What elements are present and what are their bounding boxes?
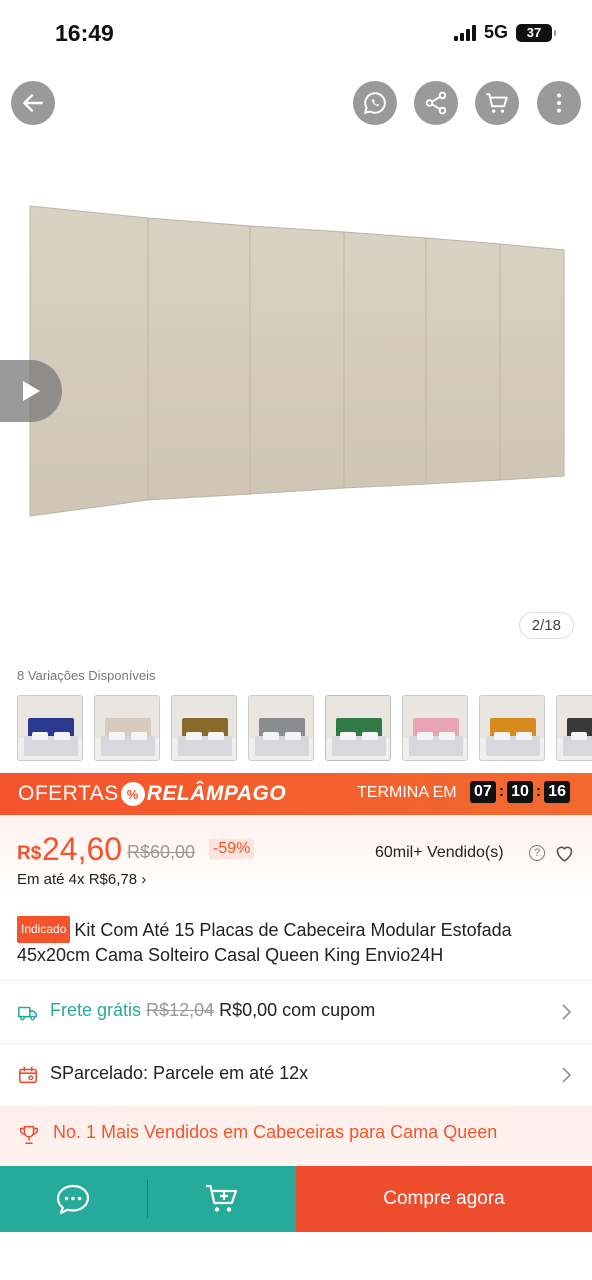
alarm-clock-icon: %	[120, 782, 145, 806]
countdown-timer: 07 : 10 : 16	[470, 781, 571, 803]
chat-icon[interactable]	[55, 1183, 91, 1215]
installment-text: SParcelado: Parcele em até 12x	[50, 1063, 309, 1083]
share-icon	[425, 91, 447, 115]
heart-icon[interactable]	[554, 843, 575, 863]
variations-label: 8 Variações Disponíveis	[17, 668, 156, 683]
variation-thumbnail[interactable]	[556, 695, 592, 761]
installment-row[interactable]: SParcelado: Parcele em até 12x	[0, 1045, 592, 1105]
shipping-old-price: R$12,04	[146, 1000, 215, 1020]
ranking-banner[interactable]: No. 1 Mais Vendidos em Cabeceiras para C…	[0, 1106, 592, 1166]
chevron-right-icon	[562, 1067, 572, 1083]
free-shipping-label: Frete grátis	[50, 1000, 142, 1020]
thumbnail-pillow	[417, 732, 433, 740]
thumbnail-pillow	[109, 732, 125, 740]
bottom-action-bar: Compre agora	[0, 1166, 592, 1232]
signal-icon	[453, 24, 476, 41]
share-button[interactable]	[414, 81, 458, 125]
trophy-icon	[19, 1125, 39, 1145]
arrow-left-icon	[23, 94, 43, 112]
thumbnail-pillow	[571, 732, 587, 740]
sold-count: 60mil+ Vendido(s)	[375, 844, 504, 861]
cart-icon	[486, 93, 508, 113]
countdown-hours: 07	[470, 781, 496, 803]
thumbnail-pillow	[439, 732, 455, 740]
image-page-indicator: 2/18	[518, 612, 574, 639]
discount-badge: -59%	[209, 839, 255, 859]
ends-in-label: TERMINA EM	[357, 784, 457, 801]
countdown-separator: :	[498, 783, 505, 800]
product-image	[29, 205, 565, 517]
more-vertical-icon	[557, 93, 561, 113]
product-image-gallery[interactable]: 2/18	[0, 140, 592, 650]
variation-thumbnail[interactable]	[94, 695, 160, 761]
price-currency: R$	[17, 843, 42, 864]
shipping-row[interactable]: Frete grátis R$12,04 R$0,00 com cupom	[0, 982, 592, 1042]
thumbnail-pillow	[516, 732, 532, 740]
network-label: 5G	[483, 22, 508, 42]
recommended-badge: Indicado	[17, 916, 71, 943]
bottom-bar-separator	[147, 1180, 148, 1218]
divider	[0, 980, 592, 981]
shipping-text: Frete grátis R$12,04 R$0,00 com cupom	[50, 1000, 375, 1021]
back-button[interactable]	[11, 81, 55, 125]
truck-icon	[18, 1006, 38, 1021]
installment-icon	[18, 1066, 38, 1084]
flash-title-ofertas: OFERTAS	[18, 782, 119, 805]
thumbnail-pillow	[186, 732, 202, 740]
product-title-text: Kit Com Até 15 Placas de Cabeceira Modul…	[17, 920, 512, 965]
variation-thumbnail[interactable]	[248, 695, 314, 761]
thumbnail-pillow	[263, 732, 279, 740]
chevron-right-icon	[562, 1004, 572, 1020]
thumbnail-pillow	[131, 732, 147, 740]
variation-thumbnail[interactable]	[17, 695, 83, 761]
thumbnail-pillow	[494, 732, 510, 740]
original-price: R$60,00	[127, 842, 196, 862]
battery-icon: 37	[516, 23, 556, 42]
thumbnail-pillow	[32, 732, 48, 740]
thumbnail-pillow	[362, 732, 378, 740]
flash-sale-title: OFERTAS % RELÂMPAGO	[18, 782, 286, 806]
thumbnail-pillow	[54, 732, 70, 740]
thumbnail-pillow	[208, 732, 224, 740]
status-bar: 16:49 5G 37	[0, 0, 592, 66]
whatsapp-share-button[interactable]	[353, 81, 397, 125]
shipping-new-price: R$0,00 com cupom	[219, 1000, 376, 1020]
top-navigation	[0, 80, 592, 128]
battery-level: 37	[526, 25, 542, 40]
more-options-button[interactable]	[537, 81, 581, 125]
variation-thumbnail[interactable]	[325, 695, 391, 761]
countdown-separator: :	[535, 783, 542, 800]
buy-now-button[interactable]: Compre agora	[296, 1166, 592, 1232]
play-icon	[23, 381, 40, 401]
variation-thumbnails	[17, 695, 592, 761]
flash-sale-bar: OFERTAS % RELÂMPAGO TERMINA EM 07 : 10 :…	[0, 773, 592, 815]
current-price: 24,60	[42, 831, 123, 867]
status-time: 16:49	[55, 20, 114, 46]
thumbnail-pillow	[285, 732, 301, 740]
installments-link[interactable]: Em até 4x R$6,78 ›	[17, 871, 146, 888]
divider	[0, 1043, 592, 1044]
product-title: Indicado Kit Com Até 15 Placas de Cabecei…	[17, 916, 577, 968]
countdown-seconds: 16	[544, 781, 571, 803]
thumbnail-pillow	[340, 732, 356, 740]
price-section: R$ 24,60 R$60,00 -59% 60mil+ Vendido(s) …	[0, 815, 592, 901]
cart-button[interactable]	[475, 81, 519, 125]
variation-thumbnail[interactable]	[402, 695, 468, 761]
variation-thumbnail[interactable]	[171, 695, 237, 761]
add-to-cart-icon[interactable]	[204, 1183, 240, 1215]
flash-title-relampago: RELÂMPAGO	[146, 782, 287, 805]
play-video-button[interactable]	[0, 360, 62, 422]
bottom-left-actions	[0, 1166, 296, 1232]
help-icon[interactable]: ?	[529, 845, 545, 861]
ranking-text: No. 1 Mais Vendidos em Cabeceiras para C…	[53, 1122, 498, 1142]
status-indicators: 5G 37	[453, 22, 556, 43]
variation-thumbnail[interactable]	[479, 695, 545, 761]
countdown-minutes: 10	[507, 781, 533, 803]
whatsapp-icon	[363, 92, 386, 115]
